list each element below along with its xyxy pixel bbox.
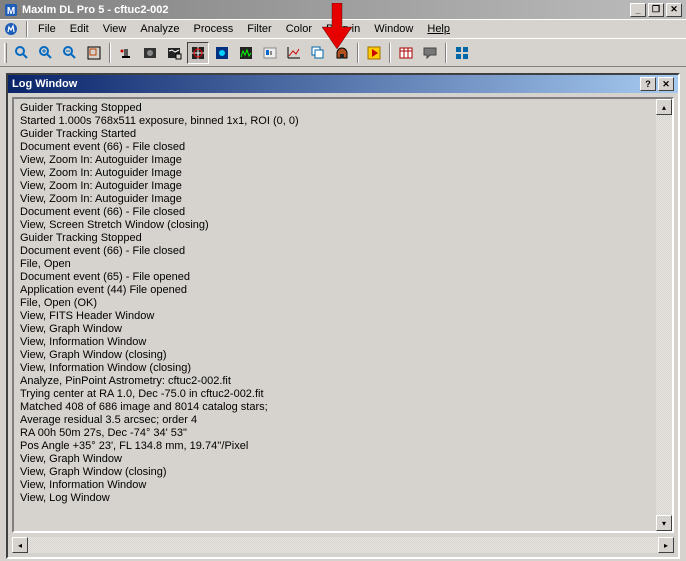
- app-title: MaxIm DL Pro 5 - cftuc2-002: [22, 4, 630, 16]
- log-line: View, Information Window (closing): [20, 362, 650, 375]
- log-window: Log Window ? ✕ Guider Tracking StoppedSt…: [6, 73, 680, 559]
- toolbar-sep: [445, 43, 447, 63]
- log-line: Started 1.000s 768x511 exposure, binned …: [20, 115, 650, 128]
- menu-help[interactable]: Help: [421, 21, 456, 37]
- scroll-up-button[interactable]: ▴: [656, 99, 672, 115]
- svg-text:M: M: [7, 6, 15, 17]
- maximize-button[interactable]: ❐: [648, 3, 664, 17]
- log-line: Document event (66) - File closed: [20, 141, 650, 154]
- log-line: File, Open (OK): [20, 297, 650, 310]
- log-content: Guider Tracking StoppedStarted 1.000s 76…: [14, 99, 656, 531]
- tile-icon[interactable]: [451, 42, 473, 64]
- autofocus-icon[interactable]: [211, 42, 233, 64]
- log-line: Analyze, PinPoint Astrometry: cftuc2-002…: [20, 375, 650, 388]
- cascade-icon[interactable]: [307, 42, 329, 64]
- menu-process[interactable]: Process: [188, 21, 240, 37]
- menu-view[interactable]: View: [97, 21, 133, 37]
- log-line: View, Graph Window (closing): [20, 349, 650, 362]
- pinpoint-icon[interactable]: [259, 42, 281, 64]
- toolbar: [0, 39, 686, 67]
- log-chat-icon[interactable]: [419, 42, 441, 64]
- log-line: View, Zoom In: Autoguider Image: [20, 154, 650, 167]
- log-line: Document event (66) - File closed: [20, 245, 650, 258]
- scroll-track-h[interactable]: [28, 537, 658, 553]
- toolbar-sep: [109, 43, 111, 63]
- minimize-button[interactable]: _: [630, 3, 646, 17]
- observatory-icon[interactable]: [331, 42, 353, 64]
- toolbar-grip[interactable]: [4, 43, 7, 63]
- horizontal-scrollbar[interactable]: ◂ ▸: [12, 537, 674, 553]
- zoom-fit-icon[interactable]: [11, 42, 33, 64]
- log-line: Guider Tracking Started: [20, 128, 650, 141]
- log-line: View, Screen Stretch Window (closing): [20, 219, 650, 232]
- menu-filter[interactable]: Filter: [241, 21, 277, 37]
- menu-analyze[interactable]: Analyze: [134, 21, 185, 37]
- log-line: Matched 408 of 686 image and 8014 catalo…: [20, 401, 650, 414]
- log-line: View, Graph Window: [20, 323, 650, 336]
- zoom-in-icon[interactable]: [35, 42, 57, 64]
- log-help-button[interactable]: ?: [640, 77, 656, 91]
- log-line: View, Zoom In: Autoguider Image: [20, 193, 650, 206]
- menubar: File Edit View Analyze Process Filter Co…: [0, 19, 686, 39]
- toolbar-sep: [357, 43, 359, 63]
- vertical-scrollbar[interactable]: ▴ ▾: [656, 99, 672, 531]
- log-line: View, Graph Window (closing): [20, 466, 650, 479]
- app-logo-icon: [4, 22, 18, 36]
- log-line: View, FITS Header Window: [20, 310, 650, 323]
- menu-file[interactable]: File: [32, 21, 62, 37]
- log-line: View, Graph Window: [20, 453, 650, 466]
- log-line: Guider Tracking Stopped: [20, 102, 650, 115]
- log-window-title: Log Window: [12, 78, 638, 90]
- log-line: Document event (65) - File opened: [20, 271, 650, 284]
- log-line: Application event (44) File opened: [20, 284, 650, 297]
- menu-window[interactable]: Window: [368, 21, 419, 37]
- stretch-config-icon[interactable]: [163, 42, 185, 64]
- histogram-icon[interactable]: [235, 42, 257, 64]
- log-line: View, Zoom In: Autoguider Image: [20, 180, 650, 193]
- scroll-down-button[interactable]: ▾: [656, 515, 672, 531]
- log-line: File, Open: [20, 258, 650, 271]
- calendar-icon[interactable]: [395, 42, 417, 64]
- log-line: Guider Tracking Stopped: [20, 232, 650, 245]
- menu-color[interactable]: Color: [280, 21, 318, 37]
- zoom-out-icon[interactable]: [59, 42, 81, 64]
- log-close-button[interactable]: ✕: [658, 77, 674, 91]
- log-window-titlebar[interactable]: Log Window ? ✕: [8, 75, 678, 93]
- log-line: RA 00h 50m 27s, Dec -74° 34' 53": [20, 427, 650, 440]
- scroll-right-button[interactable]: ▸: [658, 537, 674, 553]
- menu-edit[interactable]: Edit: [64, 21, 95, 37]
- camera-telescope-icon[interactable]: [115, 42, 137, 64]
- log-line: Pos Angle +35° 23', FL 134.8 mm, 19.74''…: [20, 440, 650, 453]
- record-icon[interactable]: [363, 42, 385, 64]
- graph-icon[interactable]: [283, 42, 305, 64]
- photo-icon[interactable]: [139, 42, 161, 64]
- app-icon: M: [4, 3, 18, 17]
- zoom-frame-icon[interactable]: [83, 42, 105, 64]
- scroll-left-button[interactable]: ◂: [12, 537, 28, 553]
- log-line: View, Information Window: [20, 336, 650, 349]
- log-line: Trying center at RA 1.0, Dec -75.0 in cf…: [20, 388, 650, 401]
- log-line: Document event (66) - File closed: [20, 206, 650, 219]
- log-line: View, Log Window: [20, 492, 650, 505]
- log-body: Guider Tracking StoppedStarted 1.000s 76…: [12, 97, 674, 533]
- menu-separator: [26, 21, 28, 37]
- toolbar-sep: [389, 43, 391, 63]
- menu-plugin[interactable]: Plug-in: [320, 21, 366, 37]
- close-button[interactable]: ✕: [666, 3, 682, 17]
- scroll-track[interactable]: [656, 115, 672, 515]
- log-line: Average residual 3.5 arcsec; order 4: [20, 414, 650, 427]
- main-titlebar: M MaxIm DL Pro 5 - cftuc2-002 _ ❐ ✕: [0, 0, 686, 19]
- log-line: View, Information Window: [20, 479, 650, 492]
- log-line: View, Zoom In: Autoguider Image: [20, 167, 650, 180]
- profile-config-icon[interactable]: [187, 42, 209, 64]
